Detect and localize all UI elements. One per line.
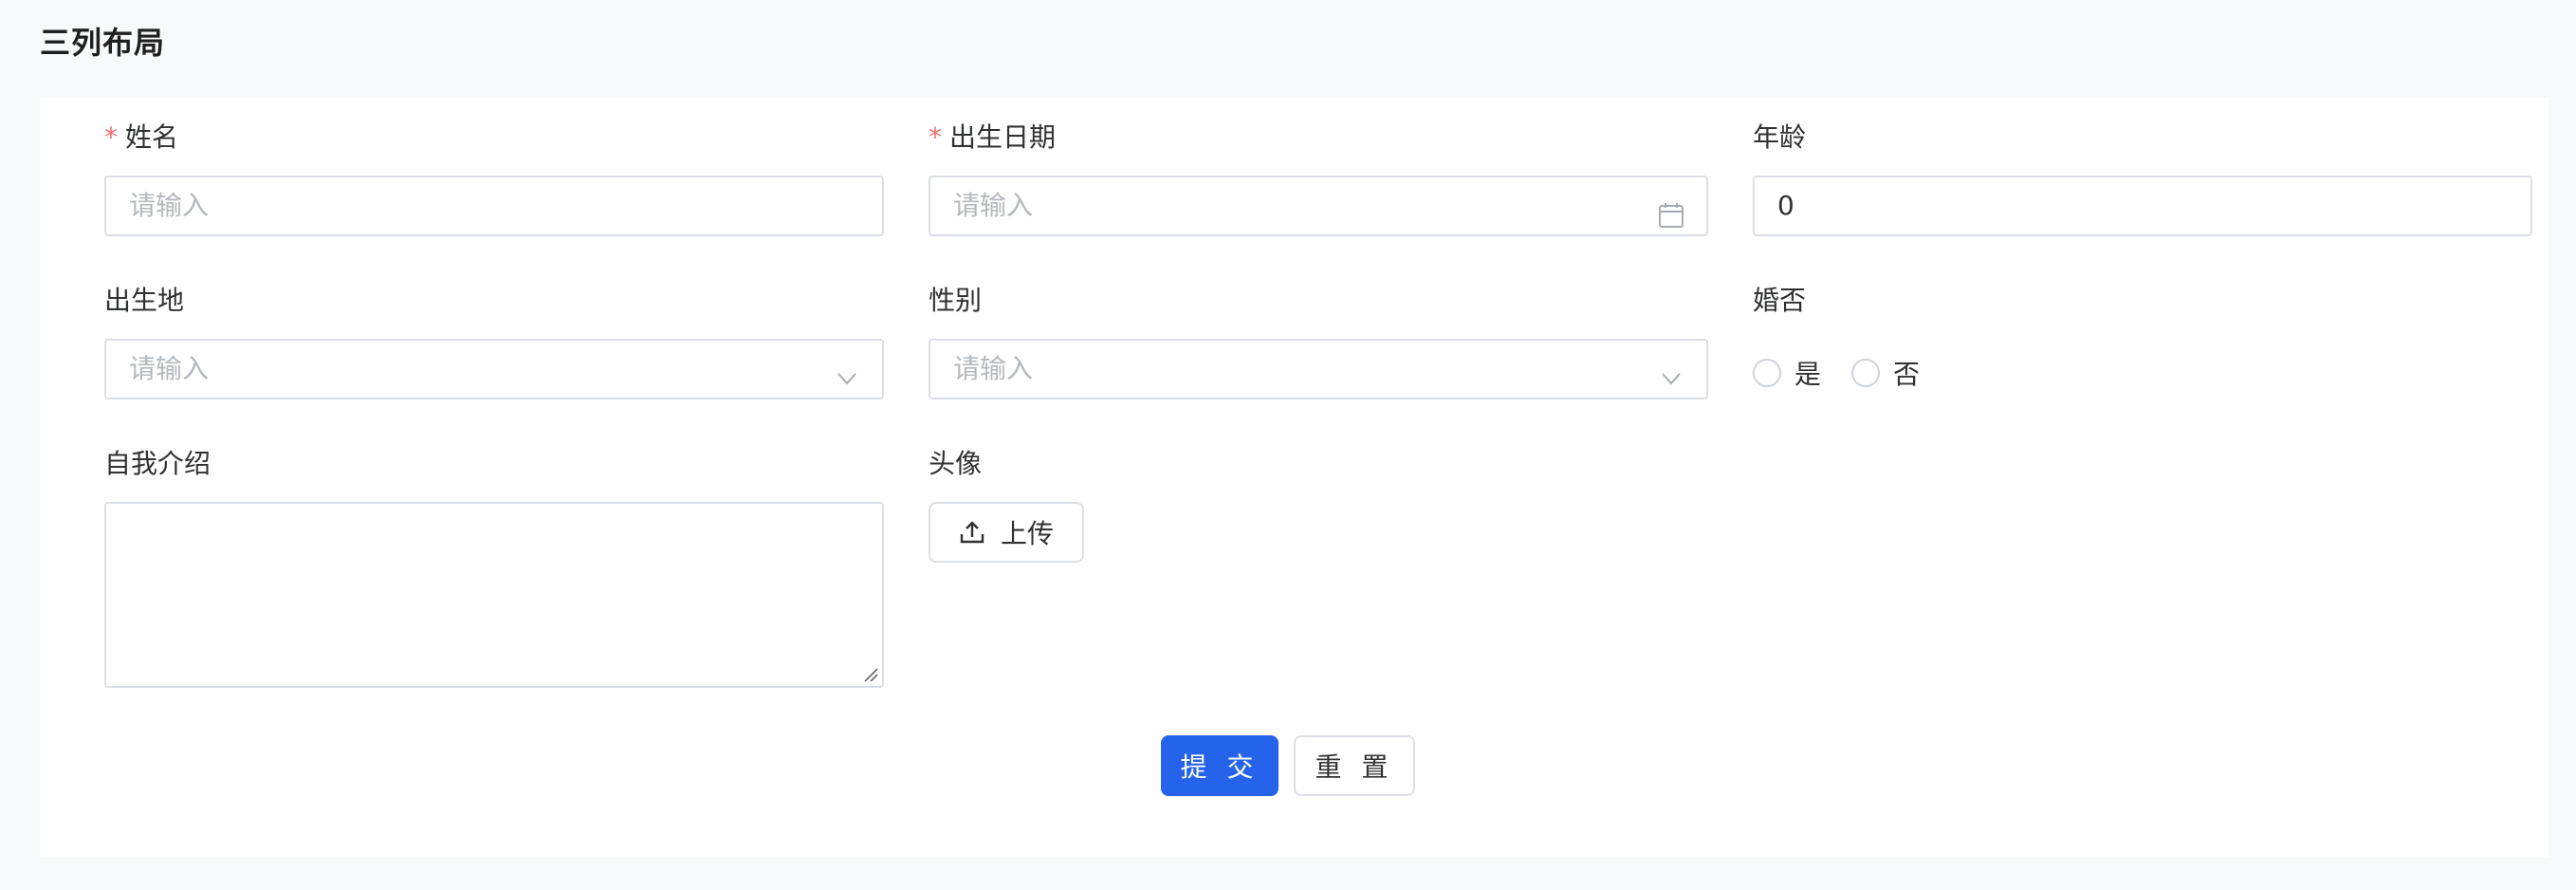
required-mark: * xyxy=(104,121,118,153)
required-mark: * xyxy=(929,121,942,153)
calendar-icon[interactable] xyxy=(1657,193,1685,228)
age-label: 年龄 xyxy=(1753,121,1807,153)
married-label: 婚否 xyxy=(1753,285,1807,316)
name-label: * 姓名 xyxy=(104,117,178,155)
name-input[interactable]: 请输入 xyxy=(104,176,884,236)
birthplace-select[interactable]: 请输入 xyxy=(104,339,884,399)
gender-select[interactable]: 请输入 xyxy=(929,339,1708,399)
form-card: * 姓名 请输入 * 出生日期 请输入 年龄 0 出生地 请输入 性别 请输入 … xyxy=(40,98,2548,857)
chevron-down-icon[interactable] xyxy=(1657,356,1685,385)
avatar-label: 头像 xyxy=(929,448,983,479)
radio-label: 否 xyxy=(1893,359,1921,390)
married-radio-group: 是 否 xyxy=(1753,354,1950,392)
birthdate-label: * 出生日期 xyxy=(929,117,1056,155)
intro-label: 自我介绍 xyxy=(104,448,212,479)
upload-button[interactable]: 上传 xyxy=(929,502,1084,563)
submit-button[interactable]: 提 交 xyxy=(1161,735,1279,796)
age-input[interactable]: 0 xyxy=(1753,176,2532,236)
chevron-down-icon[interactable] xyxy=(833,356,861,385)
birthplace-placeholder: 请输入 xyxy=(129,353,210,384)
birthplace-label: 出生地 xyxy=(104,285,185,316)
gender-placeholder: 请输入 xyxy=(953,353,1034,384)
birthdate-placeholder: 请输入 xyxy=(953,190,1034,221)
intro-textarea[interactable] xyxy=(104,502,884,688)
married-option-yes[interactable]: 是 xyxy=(1753,354,1821,392)
name-placeholder: 请输入 xyxy=(129,190,210,221)
name-label-text: 姓名 xyxy=(125,121,179,153)
birthdate-input[interactable]: 请输入 xyxy=(929,176,1708,236)
age-value: 0 xyxy=(1777,190,1794,221)
reset-button[interactable]: 重 置 xyxy=(1294,735,1415,796)
radio-label: 是 xyxy=(1794,359,1822,390)
birthdate-label-text: 出生日期 xyxy=(949,121,1057,153)
radio-circle[interactable] xyxy=(1753,359,1781,387)
resize-handle-icon[interactable] xyxy=(863,667,878,682)
married-option-no[interactable]: 否 xyxy=(1851,354,1920,392)
gender-label: 性别 xyxy=(929,285,983,316)
radio-circle[interactable] xyxy=(1851,359,1881,387)
upload-icon xyxy=(960,521,984,544)
page-title: 三列布局 xyxy=(40,25,166,61)
upload-label: 上传 xyxy=(1000,518,1054,549)
